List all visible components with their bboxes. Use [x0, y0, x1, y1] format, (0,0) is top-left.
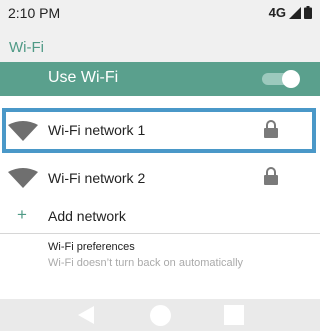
wifi-signal-icon	[8, 121, 38, 146]
add-network-row[interactable]: + Add network	[0, 203, 320, 229]
wifi-preferences-row[interactable]: Wi-Fi preferences Wi-Fi doesn’t turn bac…	[0, 236, 320, 276]
wifi-signal-icon	[8, 168, 38, 193]
home-icon	[140, 305, 180, 326]
lock-icon	[264, 120, 278, 143]
recents-icon	[214, 305, 254, 325]
lock-icon	[264, 167, 278, 190]
back-button[interactable]	[66, 299, 106, 331]
wifi-network-item[interactable]: Wi-Fi network 1	[0, 108, 320, 153]
wifi-preferences-subtitle: Wi-Fi doesn’t turn back on automatically	[48, 257, 244, 269]
status-time: 2:10 PM	[8, 5, 61, 21]
cell-signal-icon	[289, 6, 301, 19]
divider	[0, 233, 320, 234]
app-bar: Wi-Fi	[0, 26, 320, 62]
add-network-label: Add network	[48, 208, 126, 224]
use-wifi-row[interactable]: Use Wi-Fi	[0, 62, 320, 96]
wifi-network-item[interactable]: Wi-Fi network 2	[0, 158, 320, 198]
navigation-bar	[0, 299, 320, 331]
status-indicators: 4G	[269, 5, 312, 20]
battery-icon	[304, 6, 312, 19]
wifi-toggle-switch[interactable]	[262, 70, 300, 88]
use-wifi-label: Use Wi-Fi	[48, 69, 119, 86]
toggle-thumb	[282, 70, 300, 88]
plus-icon: +	[17, 205, 27, 224]
home-button[interactable]	[140, 299, 180, 331]
page-title: Wi-Fi	[9, 39, 44, 56]
status-bar: 2:10 PM 4G	[0, 0, 320, 26]
wifi-network-name: Wi-Fi network 1	[48, 122, 146, 138]
wifi-preferences-title: Wi-Fi preferences	[48, 241, 135, 253]
wifi-network-name: Wi-Fi network 2	[48, 170, 146, 186]
back-icon	[66, 305, 106, 325]
network-type-label: 4G	[268, 5, 286, 20]
recents-button[interactable]	[214, 299, 254, 331]
